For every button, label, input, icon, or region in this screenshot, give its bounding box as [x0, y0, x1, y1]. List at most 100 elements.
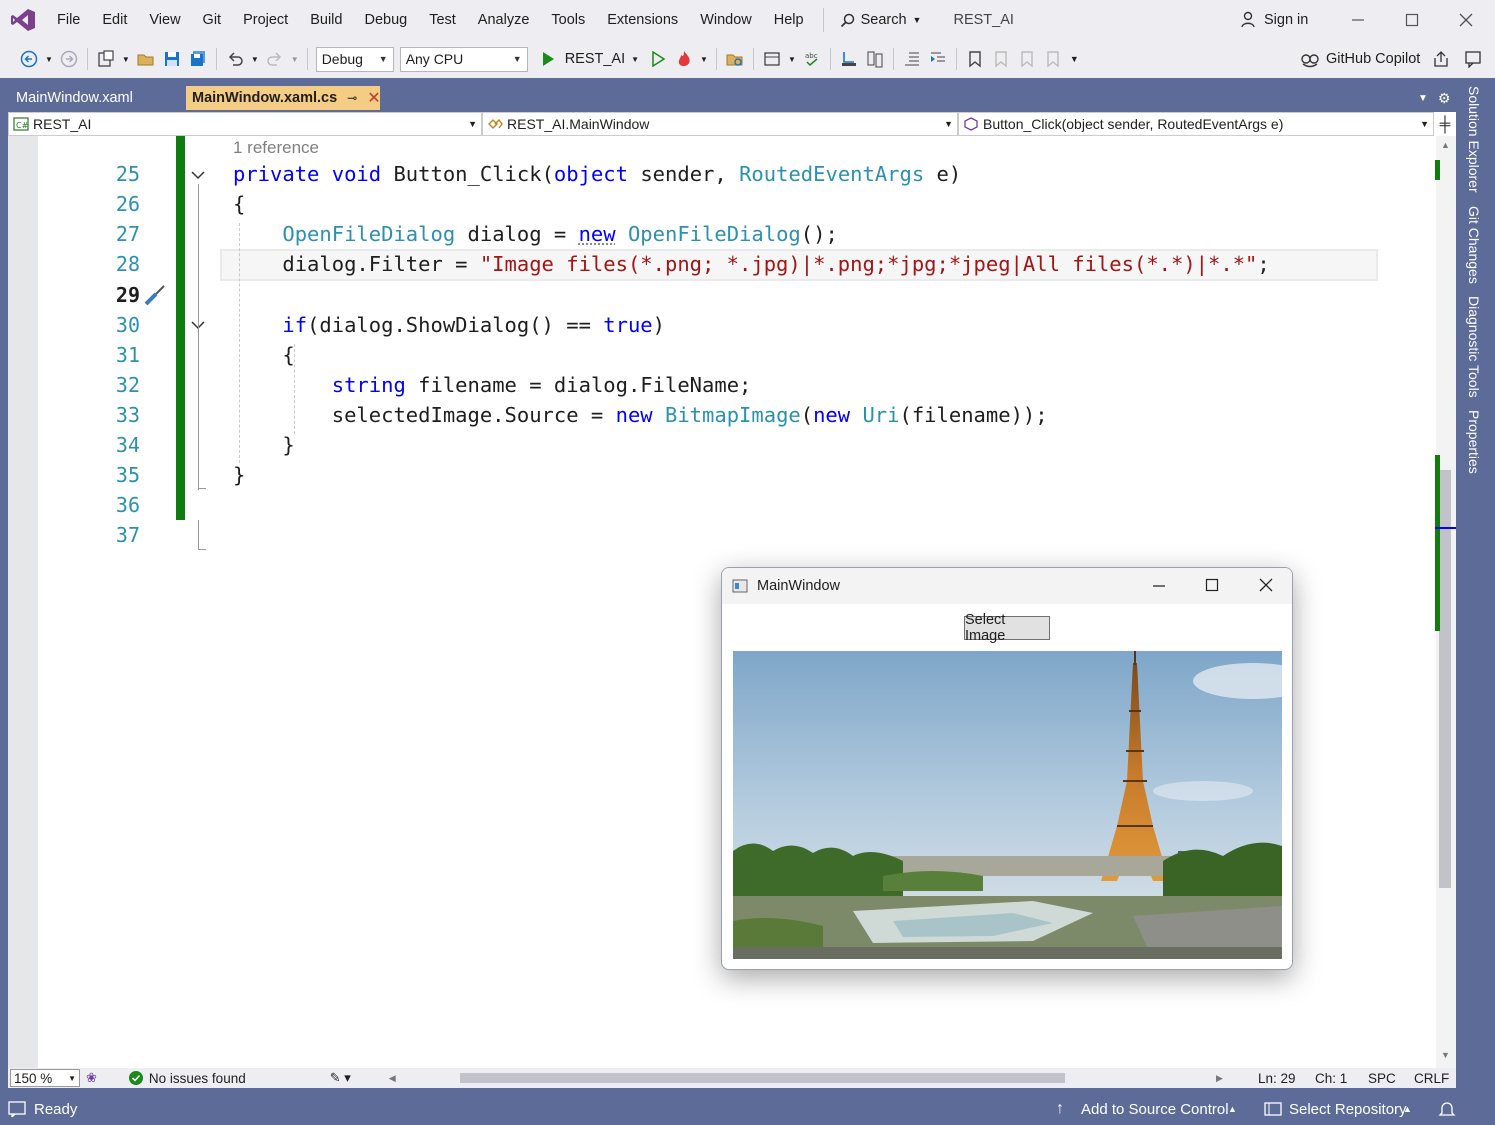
menu-debug[interactable]: Debug [353, 0, 418, 40]
project-dropdown[interactable]: C# REST_AI ▼ [8, 112, 482, 136]
tab-diagnostic-tools[interactable]: Diagnostic Tools [1466, 296, 1482, 398]
save-icon[interactable] [159, 46, 185, 72]
menu-git[interactable]: Git [192, 0, 233, 40]
close-button[interactable] [1440, 0, 1492, 40]
menu-test[interactable]: Test [418, 0, 467, 40]
layout-window-icon[interactable] [759, 46, 785, 72]
toolbar-overflow-icon[interactable]: ▼ [1070, 54, 1079, 64]
minimize-button[interactable] [1332, 0, 1384, 40]
chevron-down-icon[interactable]: ▼ [45, 55, 53, 64]
chevron-down-icon[interactable]: ▼ [700, 55, 708, 64]
start-without-debugging-icon[interactable] [645, 46, 671, 72]
close-tab-icon[interactable]: ✕ [367, 88, 380, 108]
tab-solution-explorer[interactable]: Solution Explorer [1466, 86, 1482, 193]
add-to-source-control-button[interactable]: Add to Source Control [1081, 1101, 1229, 1118]
chevron-down-icon[interactable]: ▼ [631, 55, 639, 64]
browse-folder-icon[interactable] [722, 46, 748, 72]
hot-reload-flame-icon[interactable] [671, 46, 697, 72]
new-project-icon[interactable] [93, 46, 119, 72]
quick-actions-screwdriver-icon[interactable] [142, 282, 168, 311]
tab-git-changes[interactable]: Git Changes [1466, 206, 1482, 284]
horizontal-scroll-thumb[interactable] [460, 1073, 1065, 1083]
visual-studio-logo-icon[interactable] [0, 0, 46, 40]
collapse-chevron-icon[interactable] [190, 167, 206, 183]
pin-icon[interactable]: ⊸ [347, 91, 357, 105]
menu-edit[interactable]: Edit [91, 0, 138, 40]
forward-nav-icon[interactable] [56, 46, 82, 72]
indent-icon[interactable] [925, 46, 951, 72]
scroll-down-icon[interactable]: ▼ [1441, 1050, 1450, 1060]
solution-platform-dropdown[interactable]: Any CPU ▼ [399, 46, 528, 72]
line-indicator[interactable]: Ln: 29 [1258, 1071, 1296, 1086]
maximize-button[interactable] [1386, 0, 1438, 40]
app-maximize-icon[interactable] [1205, 578, 1219, 596]
chevron-down-icon[interactable]: ▼ [291, 55, 299, 64]
start-debugging-play-icon[interactable] [535, 46, 561, 72]
line-ending-indicator[interactable]: CRLF [1414, 1071, 1449, 1086]
back-nav-icon[interactable] [16, 46, 42, 72]
scroll-left-icon[interactable]: ◀ [389, 1073, 396, 1084]
solution-config-dropdown[interactable]: Debug ▼ [315, 46, 394, 72]
code-cleanup-icon[interactable]: ✎ ▾ [330, 1070, 351, 1086]
app-main-window[interactable]: MainWindow Select Image [721, 567, 1293, 970]
menu-file[interactable]: File [46, 0, 91, 40]
select-image-button[interactable]: Select Image [964, 612, 1050, 644]
chevron-up-icon[interactable]: ▲ [1403, 1104, 1412, 1114]
tab-list-dropdown-icon[interactable]: ▼ [1418, 93, 1428, 104]
sign-in-button[interactable]: Sign in [1240, 0, 1308, 40]
spell-check-icon[interactable]: abc [799, 46, 825, 72]
settings-gear-icon[interactable]: ⚙ [1438, 90, 1451, 107]
whitespace-indicator[interactable]: SPC [1368, 1071, 1396, 1086]
scroll-right-icon[interactable]: ▶ [1216, 1073, 1223, 1084]
chevron-down-icon[interactable]: ▼ [788, 55, 796, 64]
github-copilot-button[interactable]: GitHub Copilot [1300, 40, 1482, 78]
app-title-bar[interactable]: MainWindow [722, 568, 1292, 604]
tab-mainwindow-xaml[interactable]: MainWindow.xaml [10, 86, 186, 110]
issues-status[interactable]: No issues found [149, 1071, 246, 1086]
menu-analyze[interactable]: Analyze [467, 0, 541, 40]
share-icon[interactable] [1432, 50, 1450, 68]
app-close-icon[interactable] [1259, 578, 1273, 596]
menu-window[interactable]: Window [689, 0, 763, 40]
menu-view[interactable]: View [138, 0, 191, 40]
app-minimize-icon[interactable] [1152, 579, 1166, 597]
menu-project[interactable]: Project [232, 0, 299, 40]
output-window-icon[interactable] [8, 1101, 26, 1117]
menu-tools[interactable]: Tools [540, 0, 596, 40]
step-into-icon[interactable] [836, 46, 862, 72]
vertical-scroll-thumb[interactable] [1439, 470, 1451, 888]
menu-build[interactable]: Build [299, 0, 353, 40]
undo-icon[interactable] [222, 46, 248, 72]
open-folder-icon[interactable] [133, 46, 159, 72]
outdent-icon[interactable] [899, 46, 925, 72]
menu-help[interactable]: Help [763, 0, 815, 40]
prev-bookmark-icon[interactable] [988, 46, 1014, 72]
zoom-dropdown[interactable]: 150 % ▼ [10, 1069, 80, 1087]
scroll-up-icon[interactable]: ▲ [1441, 140, 1450, 150]
save-all-icon[interactable] [185, 46, 211, 72]
next-bookmark-icon[interactable] [1014, 46, 1040, 72]
split-window-icon[interactable]: ╪ [1434, 112, 1456, 136]
feedback-icon[interactable] [1464, 50, 1482, 68]
select-repository-button[interactable]: Select Repository [1289, 1101, 1407, 1118]
notifications-bell-icon[interactable] [1438, 1100, 1456, 1118]
tab-mainwindow-xaml-cs[interactable]: MainWindow.xaml.cs ⊸ ✕ [186, 86, 381, 110]
change-marker [1435, 160, 1440, 180]
clear-bookmarks-icon[interactable] [1040, 46, 1066, 72]
chevron-up-icon[interactable]: ▲ [1228, 1104, 1237, 1114]
redo-icon[interactable] [262, 46, 288, 72]
run-target-label[interactable]: REST_AI [565, 51, 625, 67]
menu-extensions[interactable]: Extensions [596, 0, 689, 40]
ai-icon[interactable]: ❀ [86, 1070, 97, 1086]
member-dropdown[interactable]: Button_Click(object sender, RoutedEventA… [958, 112, 1434, 136]
chevron-down-icon[interactable]: ▼ [251, 55, 259, 64]
compare-files-icon[interactable] [862, 46, 888, 72]
type-dropdown[interactable]: REST_AI.MainWindow ▼ [482, 112, 958, 136]
column-indicator[interactable]: Ch: 1 [1315, 1071, 1347, 1086]
search-button[interactable]: Search ▼ [830, 12, 932, 28]
codelens-references[interactable]: 1 reference [233, 138, 319, 158]
chevron-down-icon[interactable]: ▼ [122, 55, 130, 64]
tab-properties[interactable]: Properties [1466, 410, 1482, 474]
bookmark-icon[interactable] [962, 46, 988, 72]
indicator-margin[interactable] [8, 136, 38, 1068]
